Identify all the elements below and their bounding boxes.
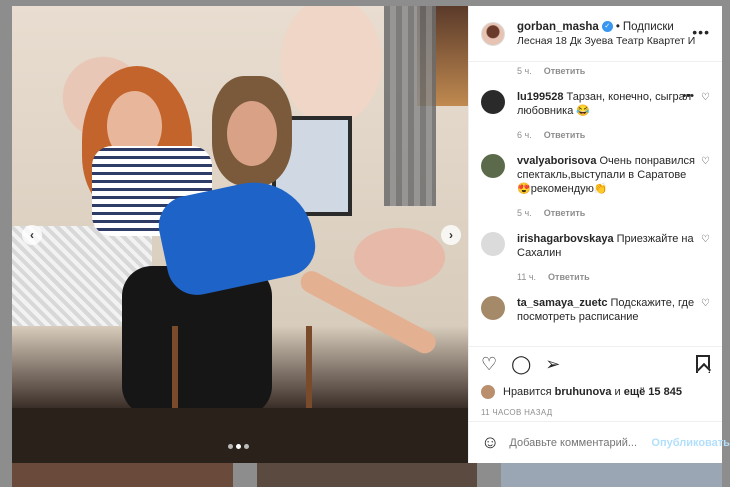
comment-time: 6 ч. [517,130,532,140]
prev-slide-icon[interactable]: ‹ [22,225,42,245]
scene-actor-face [227,101,277,166]
reply-link[interactable]: Ответить [548,270,590,284]
liker-username[interactable]: bruhunova [555,386,612,398]
post-header: gorban_masha ✓ • Подписки Лесная 18 Дк З… [469,6,722,62]
post-time[interactable]: 11 ЧАСОВ НАЗАД [469,403,722,421]
carousel-dot [244,444,249,449]
scene-leg [296,267,440,358]
liker-avatar[interactable] [481,385,495,399]
post-actions: ♡ ◯ ➢ [469,346,722,381]
comment-like-icon[interactable]: ♡ [701,234,710,245]
comment-more-icon[interactable]: ••• [682,90,694,102]
likes-count[interactable]: ещё 15 845 [624,386,682,398]
post-location[interactable]: Лесная 18 Дк Зуева Театр Квартет И [517,34,695,48]
carousel-dot [228,444,233,449]
add-comment-bar: ☺ Опубликовать [469,421,730,463]
bookmark-icon[interactable] [696,355,710,373]
likes-line: Нравится bruhunova и ещё 15 845 [469,381,722,403]
feed-thumbnail[interactable] [501,463,723,487]
scene-curtain [384,6,436,206]
commenter-username[interactable]: irishagarbovskaya [517,233,614,245]
emoji-smile-icon[interactable]: ☺ [481,432,499,453]
publish-button[interactable]: Опубликовать [651,437,730,449]
previous-comment-meta: 5 ч. Ответить [469,62,722,84]
comment-time: 5 ч. [517,208,532,218]
post-photo[interactable]: ‹ › [12,6,468,463]
carousel-dot-active [236,444,241,449]
comment-time: 5 ч. [517,66,532,76]
commenter-username[interactable]: ta_samaya_zuetc [517,297,608,309]
reply-link[interactable]: Ответить [544,206,586,220]
comment-item: ta_samaya_zuetc Подскажите, где посмотрет… [469,290,722,330]
author-avatar[interactable] [481,21,505,46]
likes-and: и [614,386,621,398]
feed-thumbnail[interactable] [256,463,478,487]
feed-thumbnail[interactable] [12,463,233,487]
scene-stage-floor [12,408,468,463]
commenter-username[interactable]: lu199528 [517,91,563,103]
comment-item: vvalyaborisova Очень понравился спектакль… [469,148,722,226]
comment-input[interactable] [509,436,652,449]
likes-prefix: Нравится [503,386,552,398]
following-button[interactable]: Подписки [623,20,674,34]
commenter-avatar[interactable] [481,296,505,320]
comment-like-icon[interactable]: ♡ [701,156,710,167]
comment-item: lu199528 Тарзан, конечно, сыграл любовник… [469,84,722,148]
share-send-icon[interactable]: ➢ [545,355,560,373]
comment-bubble-icon[interactable]: ◯ [511,355,531,373]
reply-link[interactable]: Ответить [544,66,586,84]
post-modal: ‹ › gorban_masha ✓ • Подписки Лесная 18 … [12,6,730,463]
comments-list[interactable]: 5 ч. Ответить lu199528 Тарзан, конечно, с… [469,62,722,346]
comment-like-icon[interactable]: ♡ [701,298,710,309]
comment-like-icon[interactable]: ♡ [701,92,710,103]
comment-time: 11 ч. [517,272,537,282]
commenter-username[interactable]: vvalyaborisova [517,155,597,167]
verified-badge-icon: ✓ [601,21,613,32]
post-sidebar: gorban_masha ✓ • Подписки Лесная 18 Дк З… [468,6,730,463]
carousel-dots [228,444,249,449]
author-username[interactable]: gorban_masha [517,20,599,34]
more-options-icon[interactable]: ••• [692,24,710,40]
feed-thumbnails [12,463,723,487]
commenter-avatar[interactable] [481,90,505,114]
separator-dot: • [615,20,620,33]
commenter-avatar[interactable] [481,232,505,256]
like-heart-icon[interactable]: ♡ [481,355,497,373]
commenter-avatar[interactable] [481,154,505,178]
next-slide-icon[interactable]: › [441,225,461,245]
comment-item: irishagarbovskaya Приезжайте на Сахалин 1… [469,226,722,290]
reply-link[interactable]: Ответить [544,128,586,142]
